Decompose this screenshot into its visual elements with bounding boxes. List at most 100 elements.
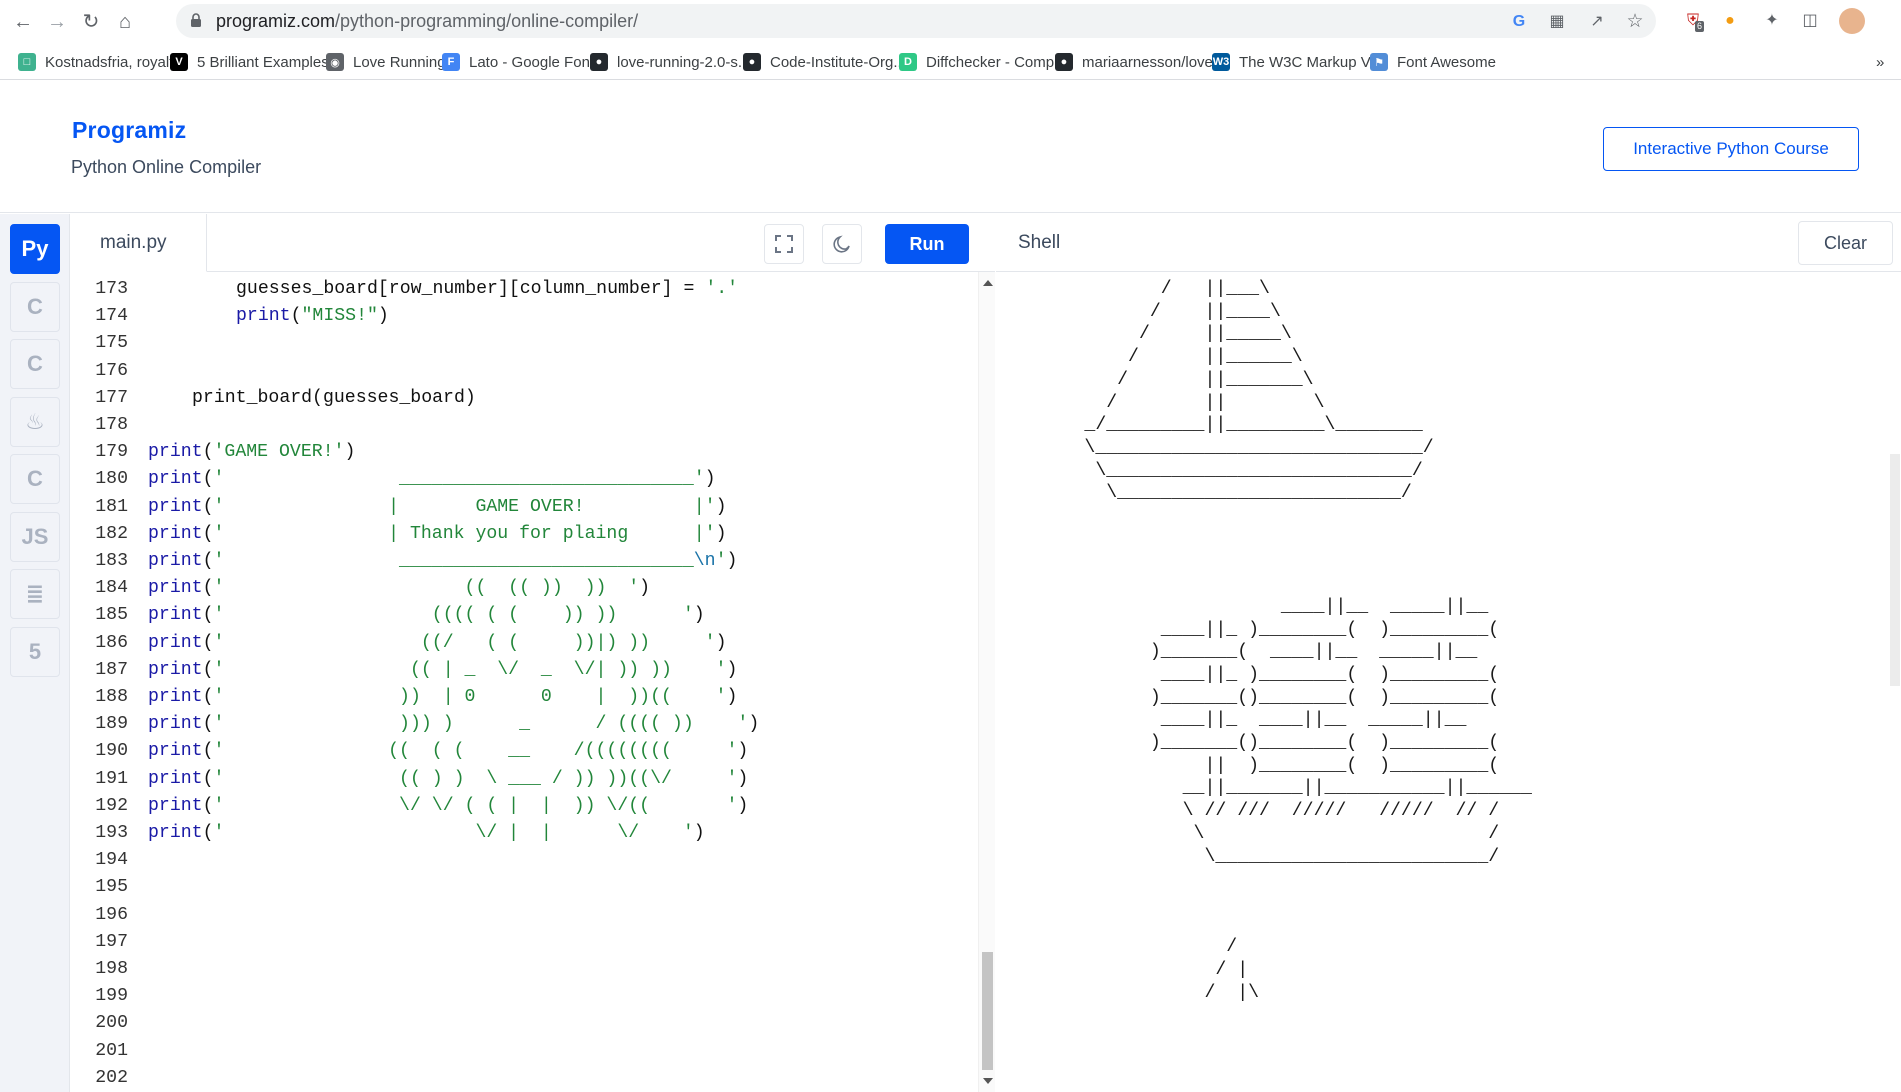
bookmark-item[interactable]: D Diffchecker - Comp... [899,51,1067,73]
code-token: ) [377,306,389,327]
forward-arrow-icon[interactable]: → [44,9,70,35]
bookmark-star-icon[interactable]: ☆ [1624,11,1646,33]
code-token: ) [726,551,738,571]
scroll-up-arrow-icon[interactable] [983,280,993,286]
code-text: print(' (( | _ \/ _ \/| )) )) ') [148,657,737,685]
code-token: 'GAME OVER!' [213,442,345,463]
dark-mode-button[interactable] [822,224,862,264]
code-token: ) [639,578,651,599]
google-icon[interactable]: G [1508,11,1530,33]
code-line[interactable]: 191 print(' (( ) ) \ ___ / )) ))((\/ ') [70,766,978,794]
home-icon[interactable]: ⌂ [112,9,138,35]
clear-button[interactable]: Clear [1798,221,1893,265]
code-token: print [148,523,203,544]
extensions-puzzle-icon[interactable]: ✦ [1760,9,1784,33]
code-line[interactable]: 175 [70,330,978,358]
bookmark-item[interactable]: V 5 Brilliant Examples... [170,51,341,73]
bookmark-item[interactable]: ⚑ Font Awesome [1370,51,1496,73]
reload-icon[interactable]: ↻ [78,9,104,35]
code-line[interactable]: 195 [70,874,978,902]
line-number: 173 [95,279,128,299]
code-line[interactable]: 188 print(' )) | 0 0 | ))(( ') [70,684,978,712]
code-line[interactable]: 199 [70,983,978,1011]
bookmark-item[interactable]: ● mariaarnesson/love... [1055,51,1225,73]
code-line[interactable]: 200 [70,1010,978,1038]
code-line[interactable]: 181 print(' | GAME OVER! |') [70,494,978,522]
code-line[interactable]: 189 print(' ))) ) _ / (((( )) ') [70,711,978,739]
code-line[interactable]: 185 print(' (((( ( ( )) )) ') [70,602,978,630]
code-line[interactable]: 173 guesses_board[row_number][column_numb… [70,276,978,304]
language-java-button[interactable]: ♨ [10,396,60,447]
language-python-button[interactable]: Py [10,224,60,274]
code-token: ) [715,523,727,544]
code-line[interactable]: 193 print(' \/ | | \/ ') [70,820,978,848]
code-line[interactable]: 187 print(' (( | _ \/ _ \/| )) )) ') [70,657,978,685]
side-panel-icon[interactable]: ◫ [1798,9,1822,33]
code-line[interactable]: 179 print('GAME OVER!') [70,439,978,467]
fullscreen-button[interactable] [764,224,804,264]
code-line[interactable]: 174 print("MISS!") [70,303,978,331]
code-line[interactable]: 176 [70,358,978,386]
code-line[interactable]: 202 [70,1065,978,1092]
grammar-extension-icon[interactable]: ● [1718,9,1742,33]
language-cpp-button[interactable]: C [10,339,60,389]
code-token: ( [202,605,214,626]
editor-toolbar: main.py Run [70,214,995,272]
language-c-button[interactable]: C [10,281,60,332]
code-token: ( [202,551,214,571]
code-line[interactable]: 198 [70,956,978,984]
code-line[interactable]: 182 print(' | Thank you for plaing |') [70,521,978,549]
globe-favicon-icon: ◉ [326,53,344,71]
code-text: print(' | GAME OVER! |') [148,494,726,522]
shell-scrollbar[interactable] [1890,454,1900,686]
bookmarks-overflow-button[interactable]: » [1876,51,1884,73]
bookmark-item[interactable]: F Lato - Google Fonts [442,51,602,73]
scroll-down-arrow-icon[interactable] [983,1078,993,1084]
code-line[interactable]: 184 print(' (( (( )) )) ') [70,575,978,603]
run-button[interactable]: Run [885,224,969,264]
file-tab-main-py[interactable]: main.py [70,214,207,272]
code-area[interactable]: 173 guesses_board[row_number][column_numb… [70,272,978,1092]
code-token: ) [693,823,705,843]
bookmark-item[interactable]: W3 The W3C Markup V... [1212,51,1382,73]
address-bar[interactable]: programiz.com/python-programming/online-… [176,4,1656,38]
code-line[interactable]: 194 [70,847,978,875]
code-line[interactable]: 201 [70,1038,978,1066]
bookmark-item[interactable]: ● Code-Institute-Org... [743,51,906,73]
translate-icon[interactable]: ▦ [1546,11,1568,33]
line-number: 175 [95,333,128,354]
code-line[interactable]: 196 [70,902,978,930]
ublock-extension-icon[interactable]: ⛨ 6 [1681,9,1705,33]
language-sql-button[interactable]: ≣ [10,569,60,619]
bookmark-item[interactable]: ◉ Love Running [326,51,446,73]
editor-scroll-thumb[interactable] [982,952,993,1070]
share-icon[interactable]: ↗ [1586,11,1608,33]
line-number: 197 [95,931,128,952]
code-line[interactable]: 197 [70,929,978,957]
code-line[interactable]: 178 [70,412,978,440]
profile-avatar[interactable] [1839,8,1865,34]
language-javascript-button[interactable]: JS [10,511,60,562]
line-number: 180 [95,469,128,490]
shell-output-line: / |\ [1008,982,1260,1003]
programiz-logo[interactable]: Programiz [72,117,186,144]
line-number: 195 [95,877,128,898]
code-line[interactable]: 192 print(' \/ \/ ( ( | | )) \/(( ') [70,793,978,821]
editor-scrollbar[interactable] [978,272,995,1092]
language-html-button[interactable]: 5 [10,626,60,677]
line-number: 177 [95,387,128,408]
language-csharp-button[interactable]: C [10,454,60,504]
code-line[interactable]: 180 print(' ___________________________') [70,466,978,494]
bookmark-item[interactable]: □ Kostnadsfria, royalt... [18,51,186,73]
back-arrow-icon[interactable]: ← [10,9,36,35]
code-line[interactable]: 190 print(' (( ( ( __ /(((((((( ') [70,738,978,766]
code-line[interactable]: 183 print(' ___________________________\n… [70,548,978,576]
code-line[interactable]: 186 print(' ((/ ( ( ))|) )) ') [70,630,978,658]
code-text: print(' ___________________________\n') [148,548,737,576]
shell-output[interactable]: / ||___\ / ||____\ / ||_____\ / ||______… [996,272,1901,1092]
code-token: ( [202,714,214,735]
code-line[interactable]: 177 print_board(guesses_board) [70,385,978,413]
bookmark-item[interactable]: ● love-running-2.0-s... [590,51,750,73]
csharp-icon: C [27,466,43,491]
interactive-course-button[interactable]: Interactive Python Course [1603,127,1859,171]
